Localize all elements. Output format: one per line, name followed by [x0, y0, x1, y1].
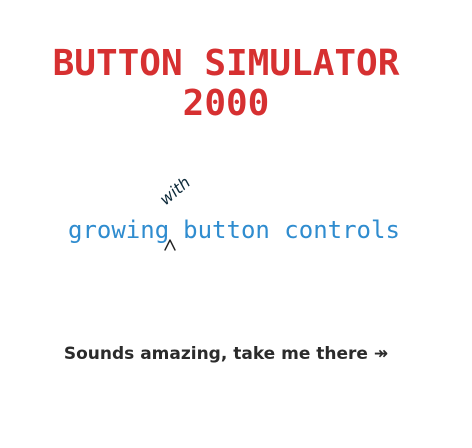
- continue-link[interactable]: Sounds amazing, take me there ↠: [0, 343, 452, 365]
- title-line-1: BUTTON SIMULATOR: [52, 43, 400, 84]
- tagline: growing button controls: [68, 215, 400, 245]
- tagline-word-before: growing: [68, 216, 170, 244]
- handwritten-inserted-word: with: [155, 172, 195, 209]
- insertion-caret-icon: [164, 239, 176, 251]
- page-title: BUTTON SIMULATOR 2000: [0, 44, 452, 124]
- tagline-word-after: button controls: [183, 216, 400, 244]
- title-line-2: 2000: [182, 83, 270, 124]
- landing-page: BUTTON SIMULATOR 2000 growing button cont…: [0, 0, 472, 448]
